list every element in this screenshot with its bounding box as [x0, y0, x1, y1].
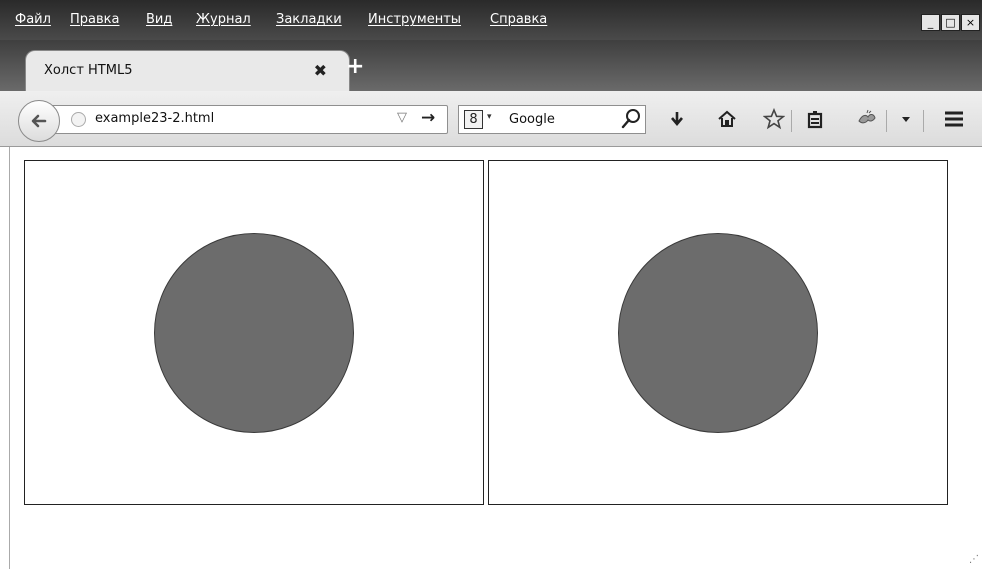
url-history-dropdown-icon[interactable]: ▽	[397, 110, 407, 125]
toolbar-separator	[923, 110, 924, 132]
menu-view[interactable]: Вид	[146, 12, 172, 27]
canvas-circle	[154, 233, 354, 433]
window-edge	[9, 147, 10, 569]
hamburger-menu-icon[interactable]	[942, 107, 966, 131]
toolbar-separator	[886, 110, 887, 132]
menu-tools[interactable]: Инструменты	[368, 12, 461, 27]
search-bar[interactable]: 8 ▾ Google	[458, 105, 646, 134]
canvas-circle	[618, 233, 818, 433]
menu-help[interactable]: Справка	[490, 12, 547, 27]
tab-title: Холст HTML5	[44, 63, 133, 78]
site-identity-icon[interactable]	[71, 112, 86, 127]
menu-bar: Файл Правка Вид Журнал Закладки Инструме…	[0, 0, 982, 40]
menu-file[interactable]: Файл	[15, 12, 51, 27]
close-window-button[interactable]: ×	[961, 14, 980, 31]
home-icon[interactable]	[715, 107, 739, 131]
menu-history[interactable]: Журнал	[196, 12, 251, 27]
canvas-right	[488, 160, 948, 505]
menu-bookmarks[interactable]: Закладки	[276, 12, 342, 27]
chevron-down-icon[interactable]	[894, 107, 918, 131]
window-controls: _ □ ×	[921, 14, 980, 31]
tab-close-icon[interactable]: ✖	[314, 61, 327, 80]
clipboard-icon[interactable]	[803, 107, 827, 131]
back-button[interactable]	[18, 100, 60, 142]
search-input[interactable]: Google	[509, 112, 555, 127]
addon-icon[interactable]	[855, 107, 879, 131]
canvas-left	[24, 160, 484, 505]
search-engine-dropdown-icon[interactable]: ▾	[487, 112, 492, 122]
back-arrow-icon	[31, 114, 47, 128]
search-icon[interactable]	[619, 107, 643, 131]
new-tab-button[interactable]: +	[346, 56, 364, 78]
resize-grip-icon[interactable]: ⋰	[969, 555, 979, 565]
menu-edit[interactable]: Правка	[70, 12, 119, 27]
tab-active[interactable]: Холст HTML5 ✖	[25, 50, 350, 91]
browser-window: Файл Правка Вид Журнал Закладки Инструме…	[0, 0, 982, 569]
star-icon[interactable]	[762, 107, 786, 131]
go-arrow-icon[interactable]: →	[421, 108, 435, 128]
download-icon[interactable]	[665, 107, 689, 131]
minimize-button[interactable]: _	[921, 14, 940, 31]
toolbar-separator	[791, 110, 792, 132]
maximize-button[interactable]: □	[941, 14, 960, 31]
search-engine-icon[interactable]: 8	[464, 110, 483, 129]
url-bar[interactable]: example23-2.html ▽ →	[50, 105, 448, 134]
url-text[interactable]: example23-2.html	[95, 111, 214, 126]
